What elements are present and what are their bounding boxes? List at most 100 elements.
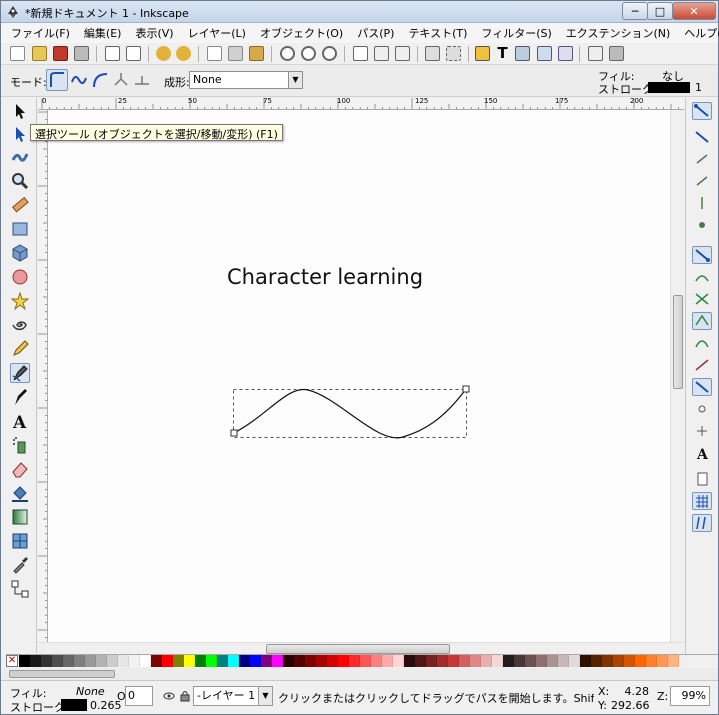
- spray-tool[interactable]: [10, 435, 30, 455]
- palette-swatch[interactable]: [239, 655, 250, 667]
- measure-tool[interactable]: [10, 195, 30, 215]
- zoom-tool[interactable]: [10, 171, 30, 191]
- zoom-drawing-icon[interactable]: [301, 46, 316, 61]
- 3d-box-tool[interactable]: [10, 243, 30, 263]
- horizontal-scroll-thumb[interactable]: [266, 644, 450, 654]
- vertical-scroll-thumb[interactable]: [673, 295, 683, 389]
- menu-layer[interactable]: レイヤー(L): [188, 25, 246, 41]
- menu-object[interactable]: オブジェクト(O): [260, 25, 343, 41]
- palette-swatch[interactable]: [360, 655, 371, 667]
- palette-swatch[interactable]: [151, 655, 162, 667]
- palette-swatch[interactable]: [63, 655, 74, 667]
- snap-object-center-button[interactable]: [692, 400, 712, 418]
- zoom-selection-icon[interactable]: [280, 46, 295, 61]
- palette-swatch[interactable]: [503, 655, 514, 667]
- menu-file[interactable]: ファイル(F): [11, 25, 70, 41]
- palette-swatch[interactable]: [657, 655, 668, 667]
- snap-bbox-edge-button[interactable]: [692, 150, 712, 168]
- palette-swatch[interactable]: [294, 655, 305, 667]
- menu-extensions[interactable]: エクステンション(N): [566, 25, 670, 41]
- path-start-node[interactable]: [230, 429, 238, 437]
- xml-editor-icon[interactable]: [537, 46, 552, 61]
- palette-swatch[interactable]: [283, 655, 294, 667]
- shape-dropdown[interactable]: None ▼: [189, 71, 303, 89]
- palette-swatch[interactable]: [580, 655, 591, 667]
- vertical-scrollbar[interactable]: [670, 110, 684, 642]
- palette-swatch[interactable]: [19, 655, 30, 667]
- vertical-ruler[interactable]: [38, 110, 48, 642]
- menu-filters[interactable]: フィルター(S): [481, 25, 551, 41]
- eraser-tool[interactable]: [10, 459, 30, 479]
- bezier-tool[interactable]: [10, 363, 30, 383]
- selector-tool[interactable]: [10, 101, 30, 121]
- palette-swatch[interactable]: [195, 655, 206, 667]
- node-tool[interactable]: [10, 124, 30, 144]
- palette-swatch[interactable]: [107, 655, 118, 667]
- current-layer-dropdown[interactable]: -レイヤー 1 ▼: [193, 686, 273, 706]
- palette-swatch[interactable]: [382, 655, 393, 667]
- menu-path[interactable]: パス(P): [357, 25, 394, 41]
- fill-stroke-icon[interactable]: [475, 46, 490, 61]
- palette-scroll-thumb[interactable]: [9, 670, 115, 678]
- snap-grid-button[interactable]: [692, 492, 712, 510]
- palette-swatch[interactable]: [437, 655, 448, 667]
- palette-swatch[interactable]: [184, 655, 195, 667]
- palette-swatch[interactable]: [668, 655, 679, 667]
- palette-swatch[interactable]: [250, 655, 261, 667]
- print-icon[interactable]: [74, 46, 89, 61]
- snap-bbox-center-button[interactable]: [692, 216, 712, 234]
- palette-swatch[interactable]: [85, 655, 96, 667]
- zoom-field[interactable]: 99%: [670, 686, 710, 706]
- document-properties-icon[interactable]: [588, 46, 603, 61]
- ellipse-tool[interactable]: [10, 267, 30, 287]
- palette-swatch[interactable]: [371, 655, 382, 667]
- paint-bucket-tool[interactable]: [10, 483, 30, 503]
- import-icon[interactable]: [105, 46, 120, 61]
- palette-swatch[interactable]: [327, 655, 338, 667]
- palette-swatch[interactable]: [547, 655, 558, 667]
- redo-icon[interactable]: [176, 46, 191, 61]
- drawing-canvas[interactable]: Character learning: [48, 110, 670, 642]
- palette-swatch[interactable]: [140, 655, 151, 667]
- stroke-color-swatch[interactable]: [648, 82, 690, 93]
- mode-paraxial-button[interactable]: [110, 69, 132, 91]
- palette-swatch[interactable]: [316, 655, 327, 667]
- cut-icon[interactable]: [228, 46, 243, 61]
- open-icon[interactable]: [32, 46, 47, 61]
- pencil-tool[interactable]: [10, 339, 30, 359]
- palette-scrollbar[interactable]: [1, 668, 718, 680]
- snap-page-border-button[interactable]: [692, 470, 712, 488]
- canvas-text-object[interactable]: Character learning: [227, 265, 423, 289]
- horizontal-scrollbar[interactable]: [38, 642, 684, 654]
- text-tool[interactable]: A: [10, 411, 30, 433]
- preferences-icon[interactable]: [609, 46, 624, 61]
- palette-swatch[interactable]: [415, 655, 426, 667]
- opacity-field[interactable]: 0: [125, 686, 153, 706]
- palette-swatch[interactable]: [448, 655, 459, 667]
- palette-swatch[interactable]: [228, 655, 239, 667]
- palette-swatch[interactable]: [173, 655, 184, 667]
- palette-swatch[interactable]: [591, 655, 602, 667]
- save-icon[interactable]: [53, 46, 68, 61]
- maximize-button[interactable]: □: [647, 2, 673, 20]
- mode-bspline-button[interactable]: [89, 69, 111, 91]
- gradient-tool[interactable]: [10, 507, 30, 527]
- export-icon[interactable]: [126, 46, 141, 61]
- new-document-icon[interactable]: [10, 46, 25, 61]
- eye-icon[interactable]: [163, 690, 175, 702]
- mode-spiro-button[interactable]: [68, 69, 90, 91]
- palette-swatch[interactable]: [162, 655, 173, 667]
- palette-swatch[interactable]: [118, 655, 129, 667]
- group-icon[interactable]: [425, 46, 440, 61]
- rectangle-tool[interactable]: [10, 219, 30, 239]
- snap-bbox-corner-button[interactable]: [692, 172, 712, 190]
- ungroup-icon[interactable]: [446, 46, 461, 61]
- palette-swatch[interactable]: [30, 655, 41, 667]
- copy-icon[interactable]: [207, 46, 222, 61]
- clone-icon[interactable]: [374, 46, 389, 61]
- mode-regular-bezier-button[interactable]: [46, 69, 68, 91]
- palette-swatch[interactable]: [272, 655, 283, 667]
- palette-swatch[interactable]: [514, 655, 525, 667]
- bezier-curve-selection[interactable]: [228, 385, 474, 449]
- snap-midpoints-button[interactable]: [692, 356, 712, 374]
